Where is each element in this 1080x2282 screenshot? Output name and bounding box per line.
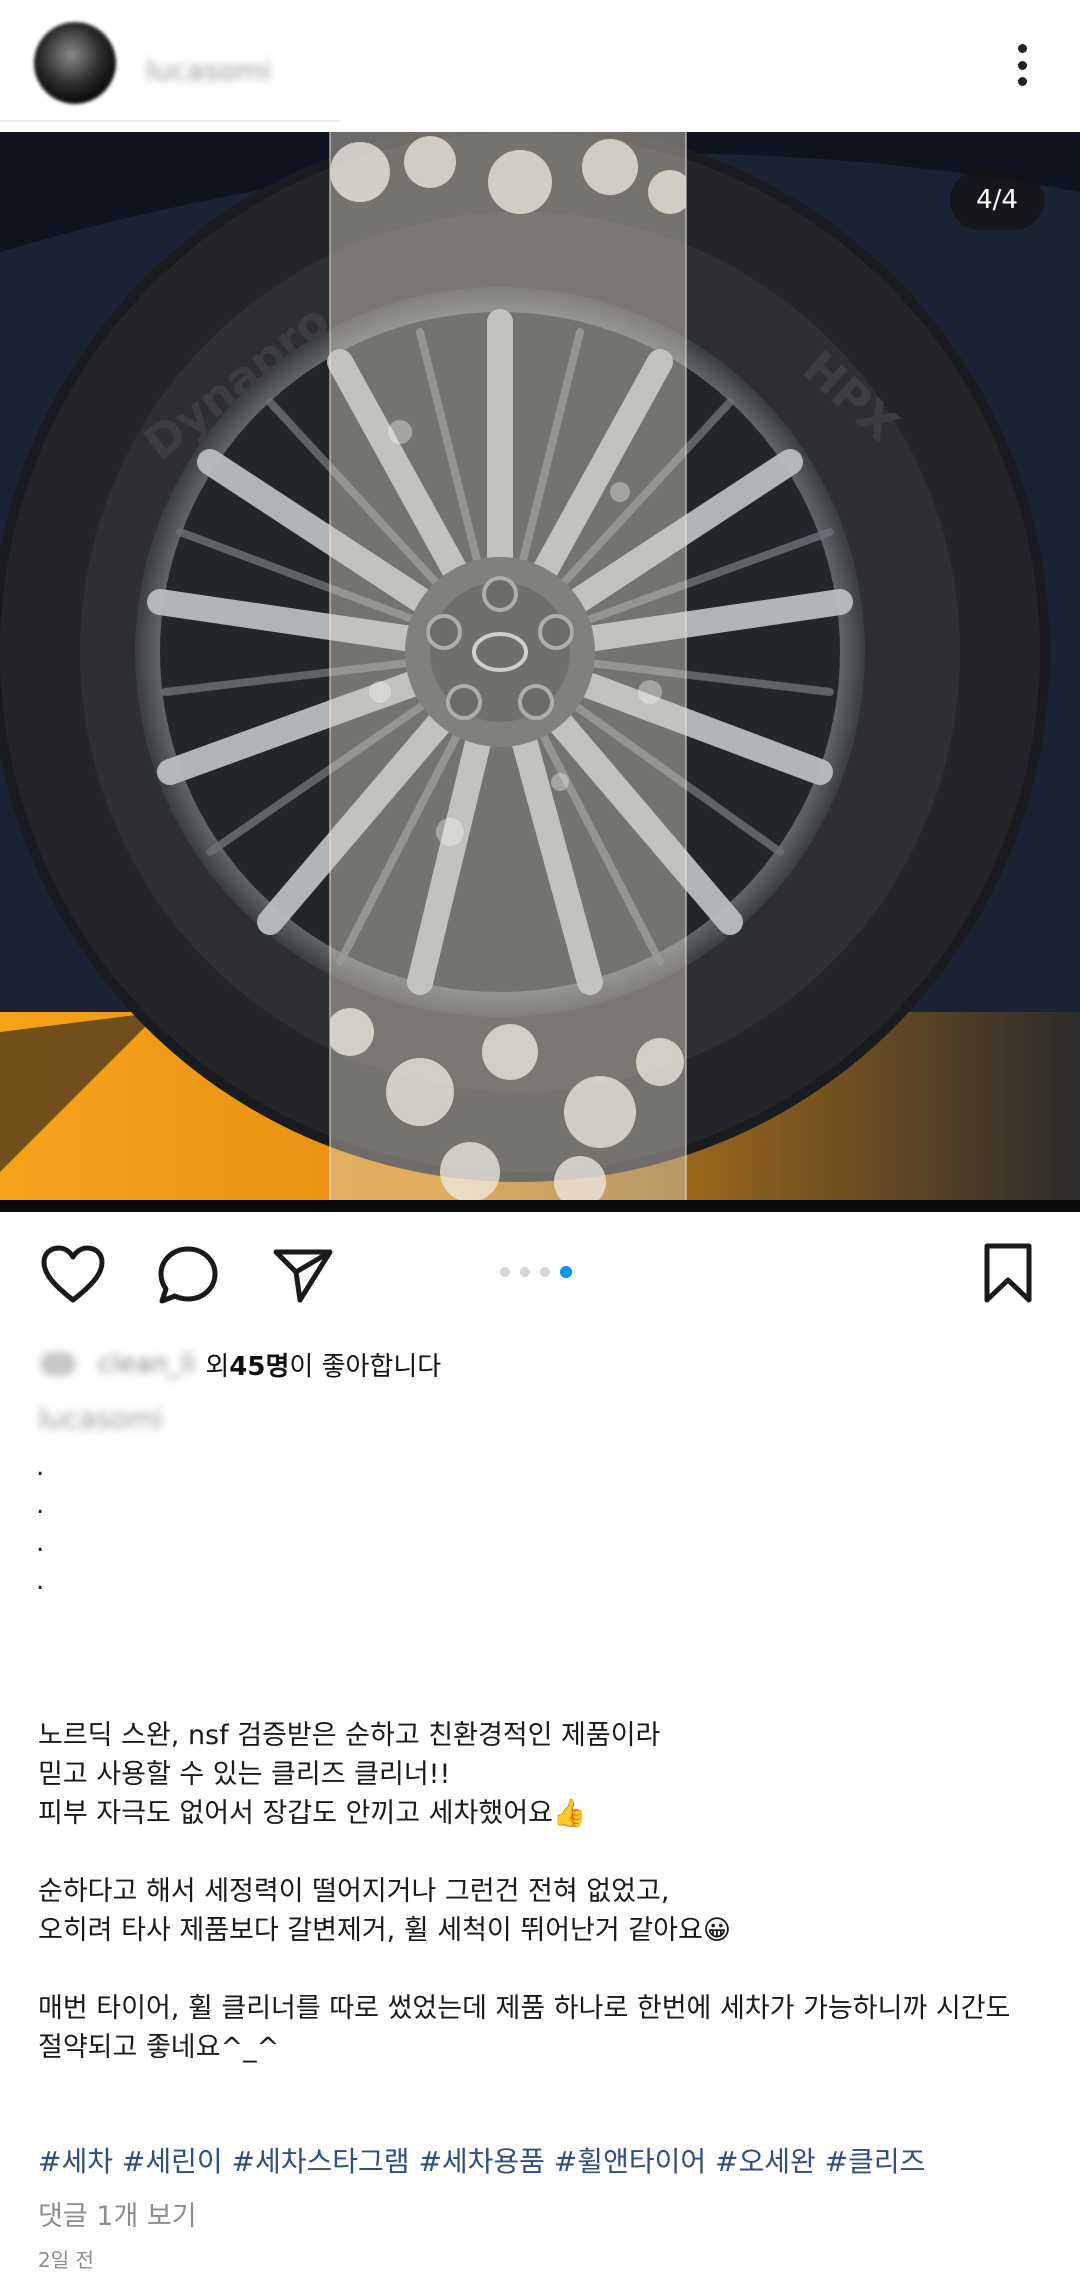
carousel-indicator [500, 1266, 572, 1278]
more-dot [1017, 60, 1027, 70]
hashtags[interactable]: #세차 #세린이 #세차스타그램 #세차용품 #휠앤타이어 #오세완 #클리즈 [38, 2140, 925, 2180]
liker-name[interactable]: clean_li [98, 1349, 195, 1379]
carousel-dot [500, 1267, 510, 1277]
photo-edge [0, 1200, 1080, 1212]
username[interactable]: lucasomi [146, 54, 271, 87]
caption-text: 노르딕 스완, nsf 검증받은 순하고 친환경적인 제품이라 믿고 사용할 수… [38, 1716, 1048, 2067]
caption-line: 믿고 사용할 수 있는 클리즈 클리너!! [38, 1759, 451, 1790]
more-dot [1017, 44, 1027, 53]
caption-line: 순하다고 해서 세정력이 떨어지거나 그런건 전혀 없었고, [38, 1876, 670, 1907]
more-dot [1017, 77, 1027, 86]
likes-suffix: 이 좋아합니다 [289, 1351, 442, 1382]
caption-line: 피부 자극도 없어서 장갑도 안끼고 세차했어요👍 [38, 1798, 587, 1829]
caption-dot-line: . [36, 1452, 45, 1482]
view-comments-link[interactable]: 댓글 1개 보기 [38, 2194, 197, 2233]
caption-dot-line: . [36, 1566, 45, 1596]
likes-summary[interactable]: clean_li 외 45명 이 좋아합니다 [40, 1342, 441, 1386]
avatar[interactable] [34, 22, 116, 104]
carousel-dot [540, 1267, 550, 1277]
caption-dots: . . . . [36, 1448, 44, 1600]
carousel-dot-active [560, 1266, 572, 1278]
caption-dot-line: . [36, 1528, 45, 1558]
liker-avatar [40, 1352, 76, 1376]
header-divider [0, 120, 340, 122]
carousel-dot [520, 1267, 530, 1277]
caption-dot-line: . [36, 1490, 45, 1520]
caption-line [38, 1950, 1048, 1989]
caption-line [38, 1833, 1048, 1872]
send-icon[interactable] [272, 1246, 334, 1304]
bookmark-icon[interactable] [982, 1242, 1034, 1304]
likes-prefix: 외 [205, 1351, 230, 1382]
caption-line: 절약되고 좋네요^_^ [38, 2032, 280, 2063]
caption-username[interactable]: lucasomi [38, 1402, 163, 1435]
more-options-icon[interactable] [1000, 40, 1044, 90]
post-image[interactable]: Dynapro HPX 4/4 [0, 132, 1080, 1212]
caption-line: 노르딕 스완, nsf 검증받은 순하고 친환경적인 제품이라 [38, 1720, 661, 1751]
wheel-photo: Dynapro HPX [0, 132, 1080, 1212]
caption-line: 오히려 타사 제품보다 갈변제거, 휠 세척이 뛰어난거 같아요😀 [38, 1915, 731, 1946]
heart-icon[interactable] [40, 1244, 106, 1304]
caption-line: 매번 타이어, 휠 클리너를 따로 썼었는데 제품 하나로 한번에 세차가 가능… [38, 1993, 1011, 2024]
post-timestamp: 2일 전 [38, 2248, 94, 2272]
carousel-counter: 4/4 [950, 170, 1044, 230]
comment-icon[interactable] [156, 1244, 220, 1306]
post-header: lucasomi [0, 0, 1080, 132]
likes-count[interactable]: 45명 [229, 1346, 289, 1383]
